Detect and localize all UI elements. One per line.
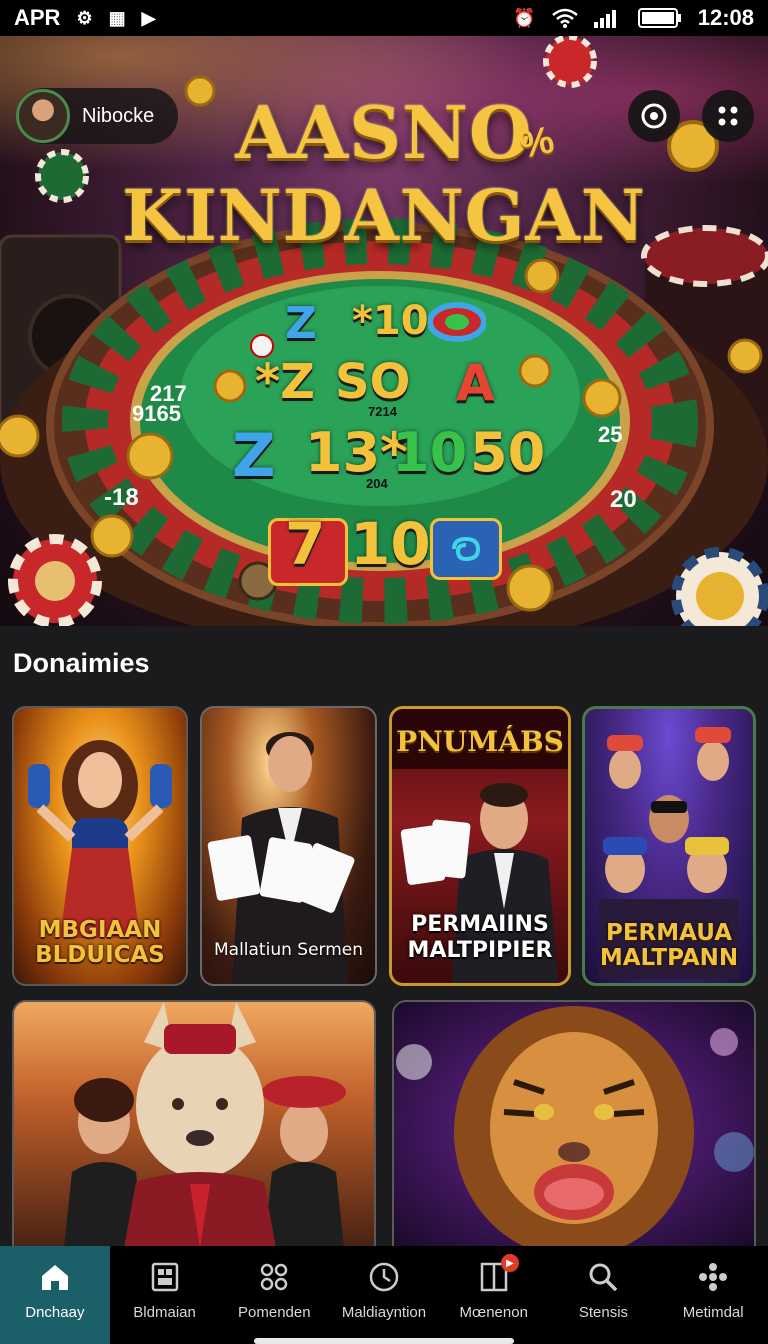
dots-icon <box>698 1260 728 1294</box>
profile-name: Nibocke <box>82 104 155 127</box>
home-icon <box>39 1260 71 1294</box>
lion-dealer-illustration <box>64 1002 346 1246</box>
nav-item-film[interactable]: Bldmaian <box>110 1246 220 1344</box>
clock-time: 12:08 <box>697 5 754 30</box>
game-card-large[interactable] <box>12 1000 376 1246</box>
battery-icon <box>637 8 681 28</box>
nav-item-home[interactable]: Dnchaay <box>0 1246 110 1344</box>
nav-item-grid[interactable]: Pomenden <box>219 1246 329 1344</box>
settings-status-icon: ⚙ <box>76 7 93 28</box>
home-indicator[interactable] <box>254 1338 514 1344</box>
slot-tile: SO <box>335 354 411 410</box>
game-card-title: PERMAIINS MALTPIPIER <box>407 912 553 963</box>
nav-label: Dnchaay <box>25 1304 85 1321</box>
target-button[interactable] <box>628 90 680 142</box>
avatar[interactable] <box>16 89 70 143</box>
wheel-number: -18 <box>104 484 139 511</box>
slot-tile: *10 <box>352 298 429 344</box>
slot-tile-blue <box>430 518 502 580</box>
grid-icon <box>259 1260 289 1294</box>
game-card[interactable]: PNUMÁBS PERMAIINS MALTPIPIER <box>389 706 571 986</box>
nav-item-search[interactable]: Stensis <box>549 1246 659 1344</box>
nav-label: Maldiayntion <box>341 1304 427 1321</box>
slot-tile: A <box>456 354 495 412</box>
film-icon <box>151 1260 179 1294</box>
game-card-title: Mallatiun Sermen <box>213 940 364 960</box>
game-card-title: PERMAUA MALTPANN <box>599 920 739 971</box>
wheel-number: 25 <box>598 422 623 447</box>
swirl-icon <box>452 536 481 562</box>
hero-banner[interactable]: AASNO KINDANGAN % 217 9165 -18 25 20 Z *… <box>0 36 768 626</box>
game-card-top-title: PNUMÁBS <box>396 725 564 758</box>
game-card[interactable]: PERMAUA MALTPANN <box>582 706 756 986</box>
media-status-icon: ▶ <box>141 7 156 28</box>
carrier-label: APR <box>14 5 61 30</box>
slot-tile: Z <box>232 421 276 491</box>
wifi-icon <box>551 8 578 28</box>
nav-item-clock[interactable]: Maldiayntion <box>329 1246 439 1344</box>
nav-label: Stensis <box>578 1304 629 1321</box>
game-card[interactable]: Mallatiun Sermen <box>200 706 377 986</box>
nav-label: Pomenden <box>238 1304 311 1321</box>
clock-icon <box>368 1260 400 1294</box>
wheel-number: 9165 <box>132 401 181 426</box>
alarm-icon: ⏰ <box>513 7 536 28</box>
hero-title-line2: KINDANGAN <box>122 174 646 257</box>
chip-tile-icon <box>428 302 486 342</box>
nav-item-columns[interactable]: ▶ Mœnenon <box>439 1246 549 1344</box>
nav-label: Bldmaian <box>133 1304 196 1321</box>
nav-label: Metimdal <box>682 1304 744 1321</box>
dots-grid-icon <box>718 106 738 126</box>
slot-tile: *Z <box>255 354 315 410</box>
slot-tile: 50 <box>470 421 546 484</box>
game-card-large[interactable] <box>392 1000 756 1246</box>
slot-tile: Z <box>285 298 317 349</box>
tile-small-number: 7214 <box>368 404 397 419</box>
search-icon <box>588 1260 618 1294</box>
section-title: Donaimies <box>13 648 150 678</box>
signal-icon <box>593 10 616 28</box>
notification-badge-icon: ▶ <box>500 1254 519 1272</box>
game-card-title: MBGIAAN BLDUICAS <box>35 917 165 968</box>
tiger-illustration <box>396 1006 754 1246</box>
menu-button[interactable] <box>702 90 754 142</box>
slot-tile: 7 <box>285 510 326 578</box>
profile-chip[interactable]: Nibocke <box>16 88 178 144</box>
nav-label: Mœnenon <box>459 1304 528 1321</box>
wheel-number: 20 <box>610 486 637 513</box>
bottom-nav: Dnchaay Bldmaian Pomenden Maldiayntion ▶… <box>0 1246 768 1344</box>
gallery-status-icon: ▦ <box>108 7 126 28</box>
tile-small-number: 204 <box>366 476 388 491</box>
slot-tile: 10 <box>350 510 431 578</box>
nav-item-more[interactable]: Metimdal <box>658 1246 768 1344</box>
game-card[interactable]: MBGIAAN BLDUICAS <box>12 706 188 986</box>
status-bar: APR ⚙ ▦ ▶ ⏰ 12:08 <box>0 0 768 36</box>
slot-tile: 10 <box>392 421 468 484</box>
target-icon <box>641 103 667 129</box>
